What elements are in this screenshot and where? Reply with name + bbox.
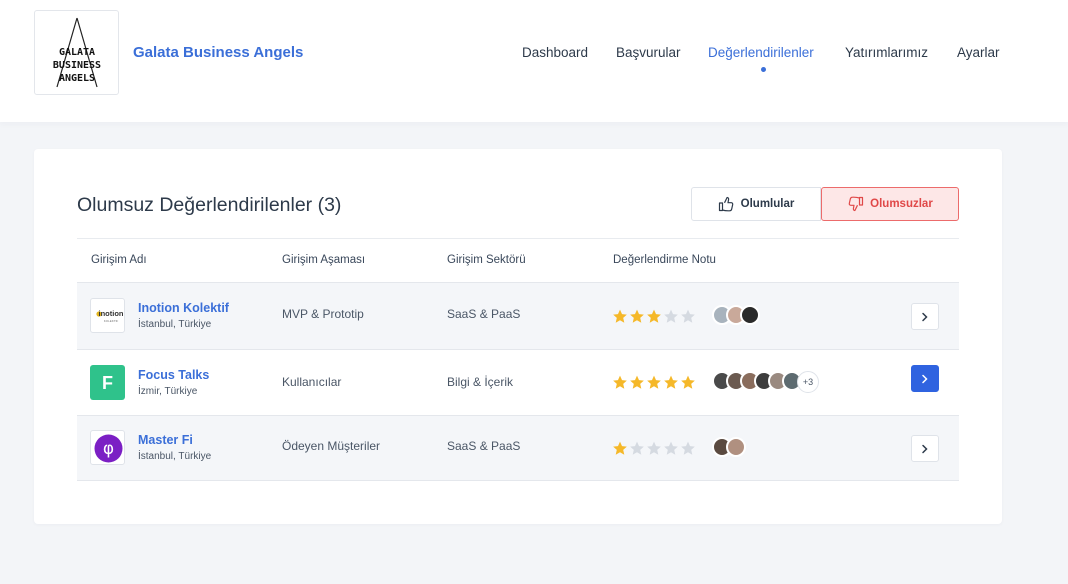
chevron-right-icon: [922, 444, 928, 453]
star-icon: [664, 441, 678, 455]
star-icon: [647, 309, 661, 323]
company-name-link[interactable]: Focus Talks: [138, 368, 209, 382]
star-icon: [630, 375, 644, 389]
company-stage: Ödeyen Müşteriler: [282, 439, 381, 453]
table-bottom-divider: [77, 480, 959, 481]
focus-talks-logo-icon: F: [102, 373, 113, 393]
column-header-rating: Değerlendirme Notu: [613, 254, 716, 266]
open-detail-button[interactable]: [911, 435, 939, 462]
table-top-divider: [77, 238, 959, 239]
company-logo: F: [90, 365, 125, 400]
logo-line-2: BUSINESS: [53, 60, 101, 71]
rating-stars: [612, 309, 696, 324]
star-icon: [647, 375, 661, 389]
nav-investments[interactable]: Yatırımlarımız: [845, 45, 928, 60]
thumbs-down-icon: [848, 196, 864, 212]
company-logo: inotion KOLEKTIF: [90, 298, 125, 333]
company-location: İstanbul, Türkiye: [138, 319, 212, 330]
star-icon: [613, 375, 627, 389]
page-title: Olumsuz Değerlendirilenler (3): [77, 194, 342, 216]
inotion-logo-text: inotion: [99, 309, 124, 318]
star-icon: [630, 309, 644, 323]
logo-triangle-icon: GALATA BUSINESS ANGELS: [53, 17, 101, 88]
star-icon: [613, 309, 627, 323]
column-header-stage: Girişim Aşaması: [282, 254, 366, 266]
star-icon: [681, 309, 695, 323]
nav-settings[interactable]: Ayarlar: [957, 45, 1000, 60]
company-sector: SaaS & PaaS: [447, 439, 521, 453]
brand-name[interactable]: Galata Business Angels: [133, 44, 303, 61]
column-header-sector: Girişim Sektörü: [447, 254, 526, 266]
table-row: inotion KOLEKTIF Inotion Kolektif İstanb…: [77, 282, 959, 349]
company-stage: Kullanıcılar: [282, 375, 342, 389]
chevron-right-icon: [922, 312, 928, 321]
company-location: İzmir, Türkiye: [138, 386, 198, 397]
master-fi-logo-icon: φ: [94, 434, 123, 463]
company-name-link[interactable]: Master Fi: [138, 433, 193, 447]
star-icon: [630, 441, 644, 455]
star-icon: [681, 441, 695, 455]
open-detail-button[interactable]: [911, 303, 939, 330]
evaluations-card: Olumsuz Değerlendirilenler (3) Olumlular…: [34, 149, 1002, 524]
negative-filter-label: Olumsuzlar: [870, 198, 933, 210]
logo-line-1: GALATA: [59, 47, 95, 58]
table-row: F Focus Talks İzmir, Türkiye Kullanıcıla…: [77, 349, 959, 415]
company-stage: MVP & Prototip: [282, 307, 364, 321]
company-name-link[interactable]: Inotion Kolektif: [138, 301, 229, 315]
brand-logo[interactable]: GALATA BUSINESS ANGELS: [34, 10, 119, 95]
chevron-right-icon: [922, 374, 928, 383]
master-fi-logo-glyph: φ: [103, 439, 114, 459]
table-row: φ Master Fi İstanbul, Türkiye Ödeyen Müş…: [77, 415, 959, 480]
evaluator-avatars: [712, 305, 760, 325]
nav-dashboard[interactable]: Dashboard: [522, 45, 588, 60]
column-header-name: Girişim Adı: [91, 254, 147, 266]
inotion-logo-icon: inotion KOLEKTIF: [96, 309, 124, 323]
rating-stars: [612, 375, 696, 390]
nav-applications[interactable]: Başvurular: [616, 45, 681, 60]
positive-filter-button[interactable]: Olumlular: [691, 187, 821, 221]
star-icon: [664, 309, 678, 323]
star-icon: [664, 375, 678, 389]
focus-talks-logo-letter: F: [102, 373, 113, 393]
star-icon: [681, 375, 695, 389]
negative-filter-button[interactable]: Olumsuzlar: [821, 187, 959, 221]
company-sector: SaaS & PaaS: [447, 307, 521, 321]
rating-stars: [612, 441, 696, 456]
company-logo: φ: [90, 430, 125, 465]
evaluator-avatars: +3: [712, 371, 819, 393]
inotion-logo-subtext: KOLEKTIF: [104, 319, 119, 323]
open-detail-button[interactable]: [911, 365, 939, 392]
avatar[interactable]: [740, 305, 760, 325]
nav-evaluated[interactable]: Değerlendirilenler: [708, 45, 814, 60]
evaluator-avatars: [712, 437, 746, 457]
more-evaluators-badge[interactable]: +3: [797, 371, 819, 393]
star-icon: [613, 441, 627, 455]
thumbs-up-icon: [718, 196, 733, 212]
positive-filter-label: Olumlular: [740, 198, 795, 210]
company-sector: Bilgi & İçerik: [447, 375, 514, 389]
avatar[interactable]: [726, 437, 746, 457]
star-icon: [647, 441, 661, 455]
active-nav-indicator: [761, 67, 766, 72]
company-location: İstanbul, Türkiye: [138, 451, 212, 462]
top-header: GALATA BUSINESS ANGELS Galata Business A…: [0, 0, 1068, 122]
logo-line-3: ANGELS: [59, 73, 95, 84]
